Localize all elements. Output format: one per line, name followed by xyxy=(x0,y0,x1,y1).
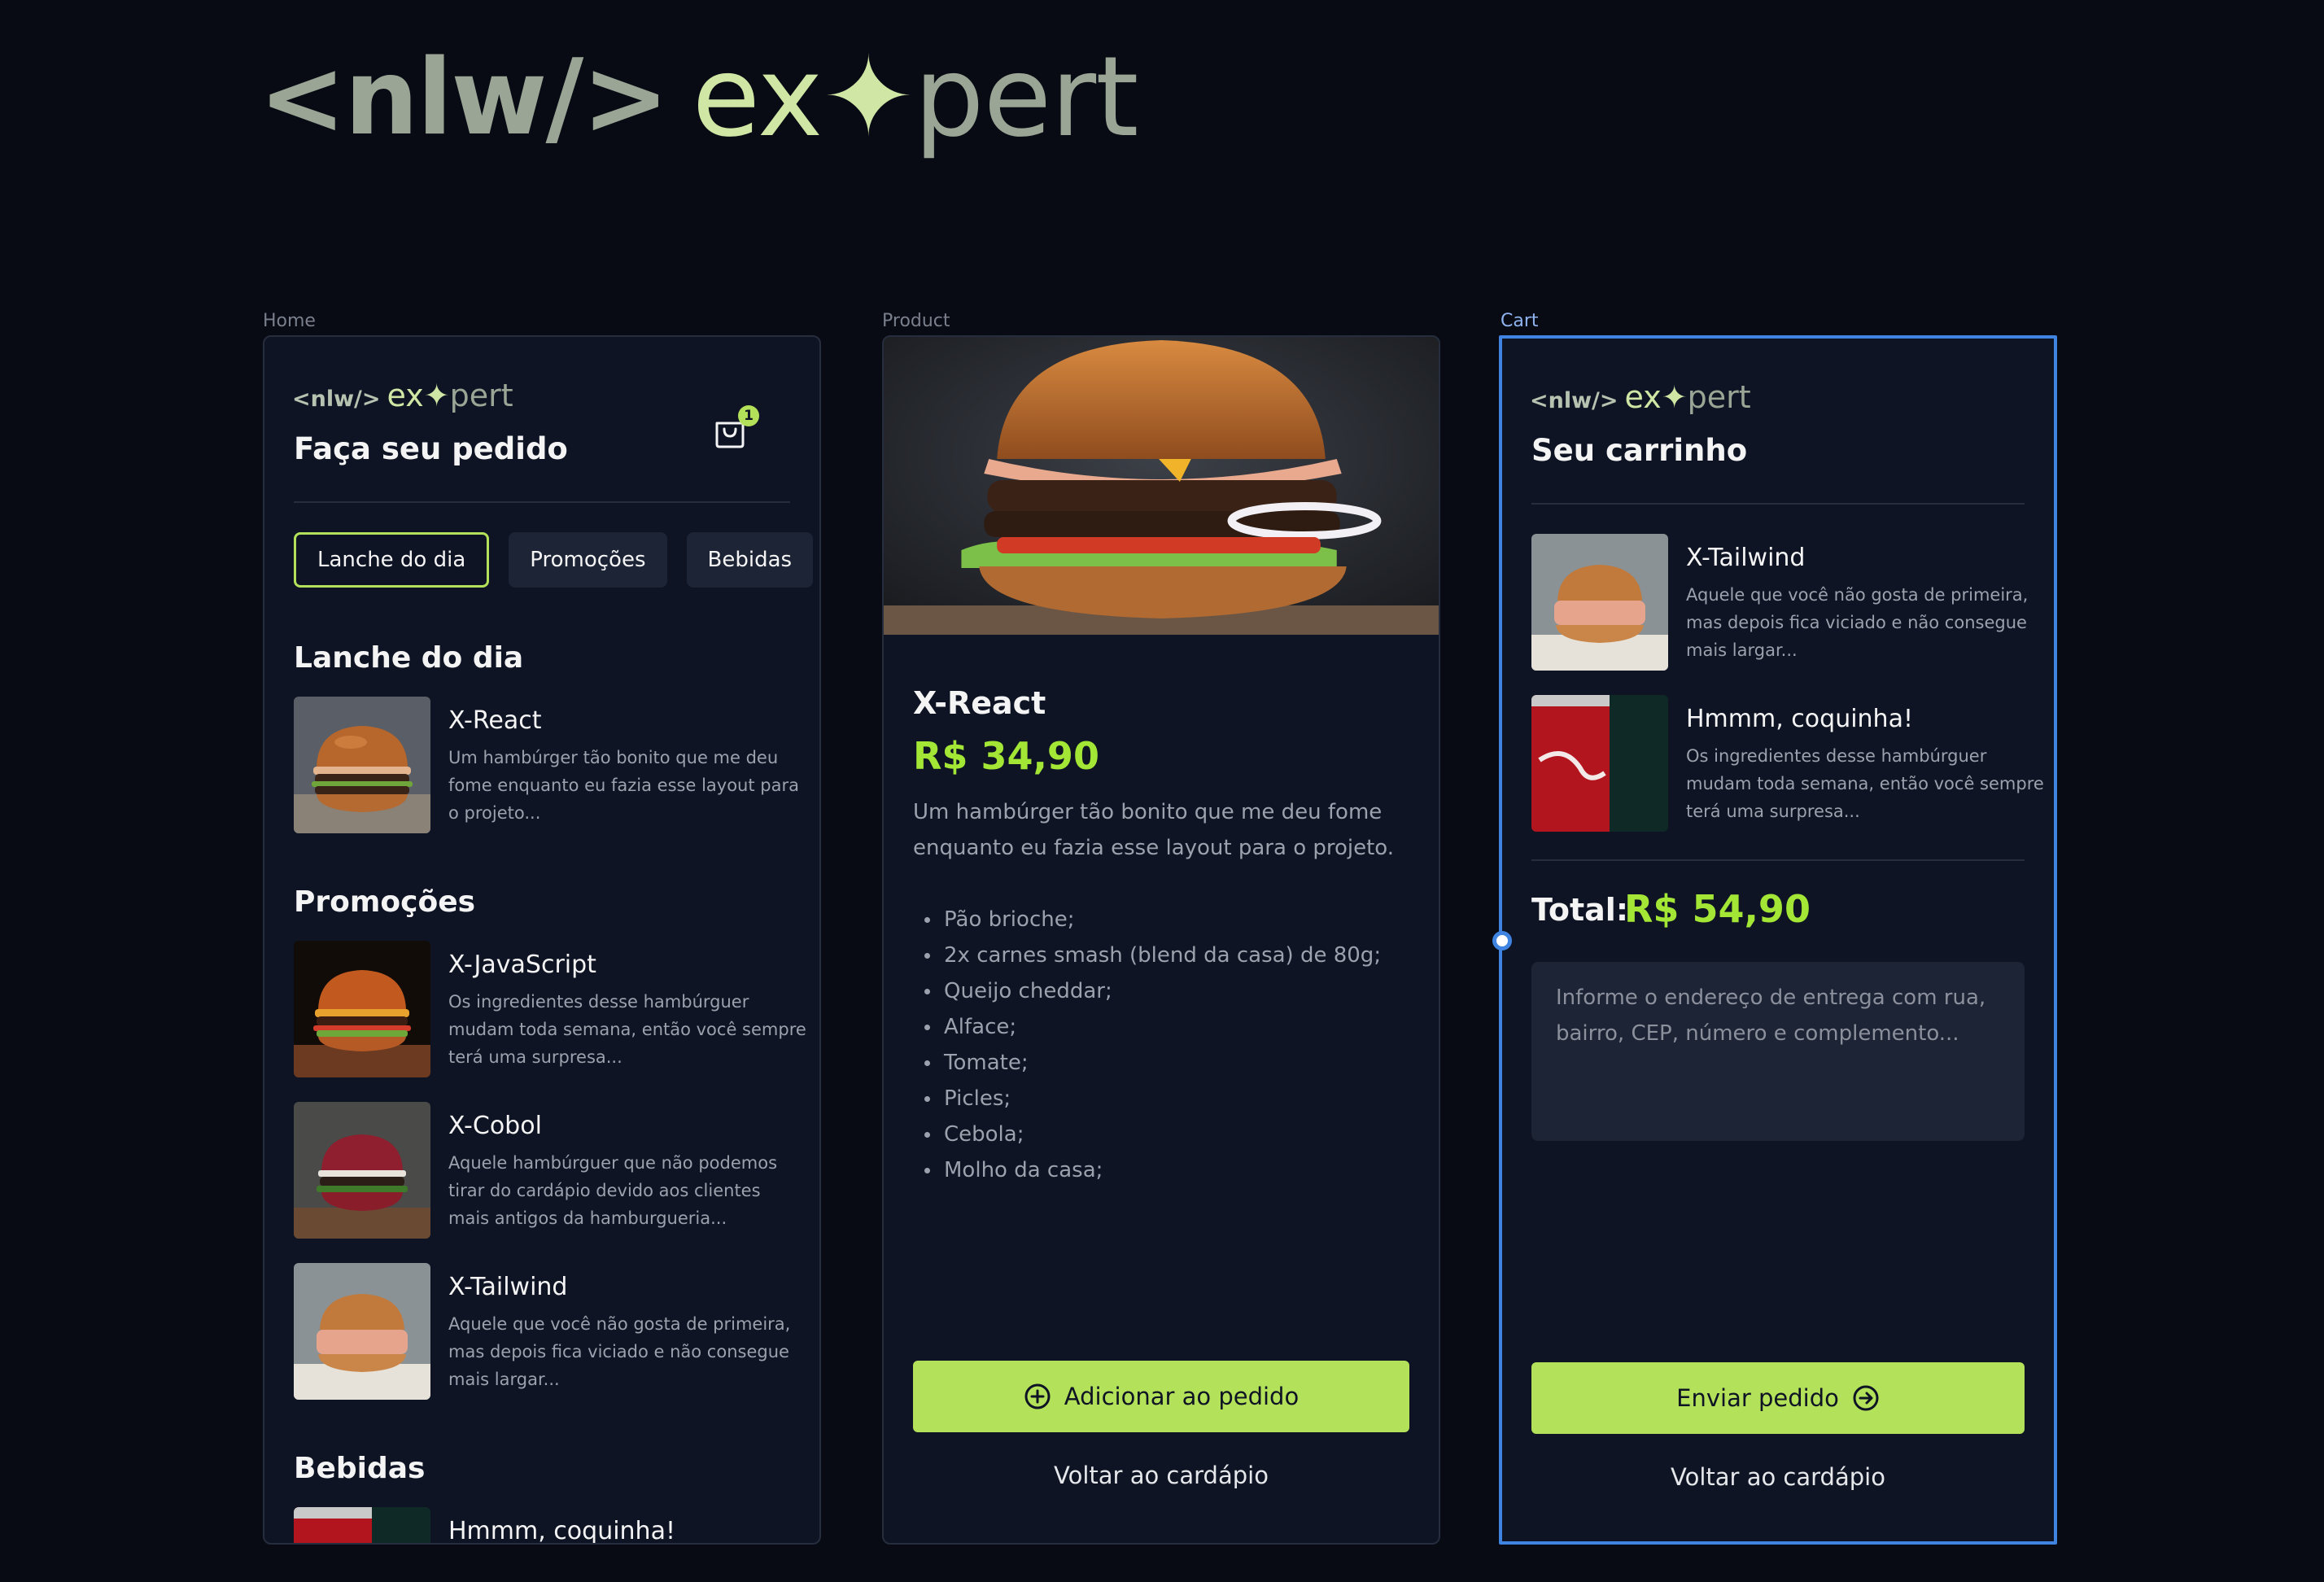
item-name: X-Cobol xyxy=(448,1112,542,1140)
item-description: Aquele que você não gosta de primeira, m… xyxy=(1686,585,2029,660)
design-canvas: <nlw/> ex✦pert Home <nlw/> ex✦pert Faça … xyxy=(0,0,2324,1582)
nlw-expert-logo: <nlw/> ex✦pert xyxy=(259,33,1138,163)
menu-item[interactable]: X-JavaScript Os ingredientes desse hambú… xyxy=(294,941,806,1079)
item-description: Os ingredientes desse hambúrguer mudam t… xyxy=(448,992,806,1067)
item-name: Hmmm, coquinha! xyxy=(448,1517,675,1545)
selection-handle[interactable] xyxy=(1492,931,1512,951)
item-description: Aquele que você não gosta de primeira, m… xyxy=(448,1314,791,1389)
item-name: X-Tailwind xyxy=(1686,544,1806,572)
section-title-promos: Promoções xyxy=(294,885,476,919)
product-hero-image xyxy=(884,337,1439,635)
cart-count-badge: 1 xyxy=(738,405,759,426)
ingredient-item: Tomate; xyxy=(913,1045,1381,1081)
item-description: Um hambúrger tão bonito que me deu fome … xyxy=(448,748,799,823)
logo-expert-text: ex✦pert xyxy=(692,33,1139,162)
x-cobol-image xyxy=(294,1102,430,1239)
ingredients-list: Pão brioche; 2x carnes smash (blend da c… xyxy=(913,902,1381,1188)
send-order-button[interactable]: Enviar pedido xyxy=(1531,1362,2025,1434)
item-name: Hmmm, coquinha! xyxy=(1686,705,1913,733)
home-frame[interactable]: <nlw/> ex✦pert Faça seu pedido 1 Lanche … xyxy=(263,335,821,1545)
ingredient-item: Picles; xyxy=(913,1081,1381,1117)
page-title: Faça seu pedido xyxy=(294,431,568,466)
product-name: X-React xyxy=(913,685,1046,721)
cart-item[interactable]: Hmmm, coquinha! Os ingredientes desse ha… xyxy=(1531,695,2044,833)
add-to-order-button[interactable]: Adicionar ao pedido xyxy=(913,1361,1409,1432)
header-divider xyxy=(294,501,790,503)
add-to-order-label: Adicionar ao pedido xyxy=(1064,1383,1300,1410)
product-price: R$ 34,90 xyxy=(913,734,1099,778)
small-logo-pert: pert xyxy=(449,378,513,413)
total-label: Total: xyxy=(1531,892,1629,928)
item-description: Os ingredientes desse hambúrguer mudam t… xyxy=(1686,746,2044,821)
small-logo-pert: pert xyxy=(1687,379,1751,415)
ingredient-item: 2x carnes smash (blend da casa) de 80g; xyxy=(913,937,1381,973)
tab-bebidas[interactable]: Bebidas xyxy=(686,532,814,588)
item-name: X-JavaScript xyxy=(448,951,596,979)
item-description: Aquele hambúrguer que não podemos tirar … xyxy=(448,1153,778,1228)
send-order-label: Enviar pedido xyxy=(1676,1384,1839,1412)
cart-item[interactable]: X-Tailwind Aquele que você não gosta de … xyxy=(1531,534,2039,672)
section-title-drinks: Bebidas xyxy=(294,1452,426,1485)
x-tailwind-image xyxy=(294,1263,430,1400)
small-logo-expert: ex✦pert xyxy=(1625,379,1751,415)
ingredient-item: Cebola; xyxy=(913,1117,1381,1152)
menu-item[interactable]: Hmmm, coquinha! xyxy=(294,1507,802,1545)
tab-lanche-do-dia[interactable]: Lanche do dia xyxy=(294,532,490,588)
x-tailwind-image xyxy=(1531,534,1668,671)
total-value: R$ 54,90 xyxy=(1624,887,1811,931)
small-logo-nlw: <nlw/> xyxy=(1530,388,1618,413)
x-javascript-image xyxy=(294,941,430,1077)
ingredient-item: Pão brioche; xyxy=(913,902,1381,937)
section-title-daily: Lanche do dia xyxy=(294,641,524,675)
ingredient-item: Queijo cheddar; xyxy=(913,973,1381,1009)
coke-image xyxy=(1531,695,1668,832)
cart-frame[interactable]: <nlw/> ex✦pert Seu carrinho X-Tailwind A… xyxy=(1499,335,2057,1545)
ingredient-item: Molho da casa; xyxy=(913,1152,1381,1188)
page-title: Seu carrinho xyxy=(1531,433,1748,468)
frame-label-home[interactable]: Home xyxy=(263,311,316,331)
back-to-menu-button[interactable]: Voltar ao cardápio xyxy=(1502,1463,2054,1491)
small-logo-star-icon: ✦ xyxy=(423,378,450,413)
total-divider xyxy=(1531,859,2025,861)
small-logo-star-icon: ✦ xyxy=(1661,379,1688,415)
category-tabs: Lanche do dia Promoções Bebidas xyxy=(294,532,814,588)
ingredient-item: Alface; xyxy=(913,1009,1381,1045)
logo-ex-text: ex xyxy=(692,33,823,162)
logo-nlw-text: <nlw/> xyxy=(259,37,669,159)
item-name: X-React xyxy=(448,706,542,735)
delivery-address-input[interactable] xyxy=(1531,962,2025,1141)
menu-item[interactable]: X-React Um hambúrger tão bonito que me d… xyxy=(294,697,802,835)
frame-label-cart[interactable]: Cart xyxy=(1501,311,1539,331)
plus-circle-icon xyxy=(1024,1383,1051,1409)
menu-item[interactable]: X-Cobol Aquele hambúrguer que não podemo… xyxy=(294,1102,802,1240)
product-description: Um hambúrger tão bonito que me deu fome … xyxy=(913,800,1395,860)
frame-label-product[interactable]: Product xyxy=(882,311,950,331)
item-name: X-Tailwind xyxy=(448,1273,568,1301)
small-logo: <nlw/> ex✦pert xyxy=(292,378,513,413)
header-divider xyxy=(1531,503,2025,505)
menu-item[interactable]: X-Tailwind Aquele que você não gosta de … xyxy=(294,1263,802,1401)
small-logo-nlw: <nlw/> xyxy=(292,387,381,412)
product-frame[interactable]: X-React R$ 34,90 Um hambúrger tão bonito… xyxy=(882,335,1440,1545)
tab-promocoes[interactable]: Promoções xyxy=(509,532,667,588)
back-to-menu-button[interactable]: Voltar ao cardápio xyxy=(884,1462,1439,1489)
coke-image xyxy=(294,1507,430,1545)
x-react-image xyxy=(294,697,430,833)
small-logo-ex: ex xyxy=(387,378,424,413)
arrow-right-circle-icon xyxy=(1853,1385,1879,1411)
small-logo-ex: ex xyxy=(1624,379,1662,415)
small-logo-expert: ex✦pert xyxy=(387,378,513,413)
small-logo: <nlw/> ex✦pert xyxy=(1530,379,1751,415)
logo-pert-text: pert xyxy=(914,33,1138,162)
logo-star-icon: ✦ xyxy=(822,33,915,162)
